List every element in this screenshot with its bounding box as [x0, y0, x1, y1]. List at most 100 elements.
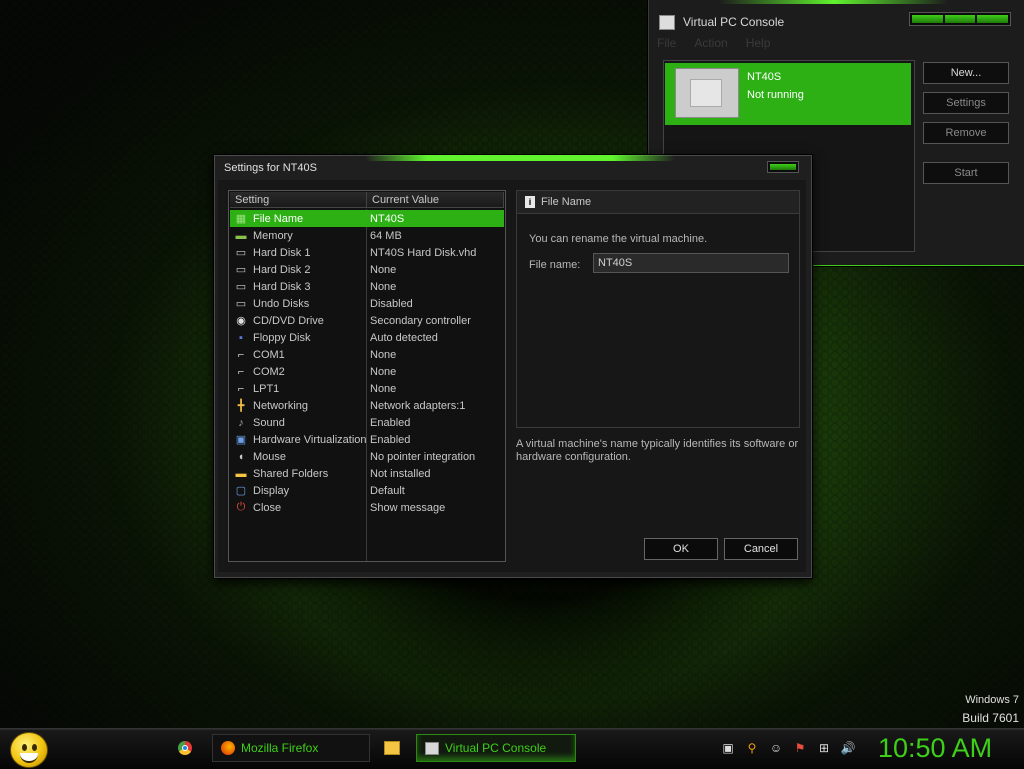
setting-value: None	[370, 348, 397, 361]
vm-state: Not running	[747, 89, 804, 101]
settings-row[interactable]: ▭ Hard Disk 2 None	[230, 261, 504, 278]
settings-row[interactable]: ▬ Memory 64 MB	[230, 227, 504, 244]
title-glow	[365, 155, 675, 161]
action-center-flag-icon[interactable]: ⚑	[792, 741, 808, 755]
hardware-virtualization-icon: ▣	[235, 434, 247, 446]
display-icon: ▢	[235, 485, 247, 497]
taskbar-item-label: Virtual PC Console	[445, 741, 547, 755]
ok-button[interactable]: OK	[644, 538, 718, 560]
setting-name: Hard Disk 1	[253, 246, 311, 259]
close-icon: ⏻	[236, 501, 246, 513]
dialog-body: Setting Current Value ▦ File Name NT40S ▬ Me…	[218, 180, 806, 572]
hard-disk-icon: ▭	[235, 247, 247, 259]
menu-file[interactable]: File	[657, 36, 676, 50]
settings-row[interactable]: ▪ Floppy Disk Auto detected	[230, 329, 504, 346]
setting-name: Shared Folders	[253, 467, 329, 480]
vpc-menubar: File Action Help	[657, 36, 770, 50]
settings-row[interactable]: ⌐ COM1 None	[230, 346, 504, 363]
menu-action[interactable]: Action	[694, 36, 727, 50]
setting-value: NT40S	[370, 212, 405, 225]
cd-dvd-icon: ◉	[236, 315, 246, 327]
settings-row[interactable]: ◖ Mouse No pointer integration	[230, 448, 504, 465]
setting-value: No pointer integration	[370, 450, 476, 463]
details-panel: i File Name You can rename the virtual m…	[516, 190, 800, 428]
settings-row[interactable]: ▭ Undo Disks Disabled	[230, 295, 504, 312]
chrome-icon	[178, 741, 192, 755]
dialog-title: Settings for NT40S	[224, 162, 317, 174]
com-port-icon: ⌐	[237, 348, 245, 361]
setting-name: LPT1	[253, 382, 280, 395]
settings-row[interactable]: ⏻ Close Show message	[230, 499, 504, 516]
setting-value: Enabled	[370, 416, 411, 429]
setting-value: Show message	[370, 501, 446, 514]
file-name-label: File name:	[529, 259, 581, 271]
setting-name: File Name	[253, 212, 304, 225]
settings-row[interactable]: ◉ CD/DVD Drive Secondary controller	[230, 312, 504, 329]
file-icon: ▦	[235, 213, 247, 225]
settings-row[interactable]: ▢ Display Default	[230, 482, 504, 499]
setting-value: 64 MB	[370, 229, 402, 242]
setting-value: Not installed	[370, 467, 431, 480]
network-icon[interactable]: ⊞	[816, 741, 832, 755]
explorer-taskbar-button[interactable]	[384, 734, 400, 762]
settings-row[interactable]: ▬ Shared Folders Not installed	[230, 465, 504, 482]
close-window-button[interactable]	[767, 161, 799, 173]
setting-value: Secondary controller	[370, 314, 471, 327]
settings-list-header: Setting Current Value	[230, 192, 504, 208]
memory-icon: ▬	[235, 229, 247, 242]
sound-icon: ♪	[238, 416, 244, 429]
setting-name: Mouse	[253, 450, 287, 463]
setting-name: Floppy Disk	[253, 331, 311, 344]
setting-name: Networking	[253, 399, 309, 412]
settings-row[interactable]: ⌐ COM2 None	[230, 363, 504, 380]
settings-row[interactable]: ▣ Hardware Virtualization Enabled	[230, 431, 504, 448]
settings-dialog: Settings for NT40S Setting Current Value…	[214, 155, 812, 578]
hard-disk-icon: ▭	[235, 264, 247, 276]
settings-row[interactable]: ▭ Hard Disk 1 NT40S Hard Disk.vhd	[230, 244, 504, 261]
taskbar-clock[interactable]: 10:50 AM	[878, 733, 992, 764]
vpc-console-title: Virtual PC Console	[683, 15, 785, 29]
setting-name: Hardware Virtualization	[253, 433, 367, 446]
menu-help[interactable]: Help	[746, 36, 771, 50]
smiley-tray-icon[interactable]: ☺	[768, 741, 784, 755]
setting-value: None	[370, 280, 397, 293]
details-note: A virtual machine's name typically ident…	[516, 438, 799, 463]
remove-button[interactable]: Remove	[923, 122, 1009, 144]
setting-value: Disabled	[370, 297, 413, 310]
column-header-setting[interactable]: Setting	[230, 192, 367, 208]
window-controls[interactable]	[909, 12, 1011, 26]
mouse-icon: ◖	[237, 450, 245, 463]
taskbar-item-firefox[interactable]: Mozilla Firefox	[212, 734, 370, 762]
vpc-tray-icon[interactable]: ▣	[720, 741, 736, 755]
setting-name: Hard Disk 3	[253, 280, 311, 293]
setting-value: Enabled	[370, 433, 411, 446]
vpc-console-titlebar: Virtual PC Console	[659, 12, 784, 32]
search-icon[interactable]: ⚲	[744, 741, 760, 755]
file-name-input[interactable]	[593, 253, 789, 273]
details-panel-title: File Name	[541, 196, 592, 208]
taskbar-item-label: Mozilla Firefox	[241, 741, 319, 755]
setting-value: NT40S Hard Disk.vhd	[370, 246, 477, 259]
chrome-taskbar-button[interactable]	[178, 734, 192, 762]
vm-list-item[interactable]: NT40S Not running	[665, 63, 911, 125]
taskbar: Mozilla Firefox Virtual PC Console ▣ ⚲ ☺…	[0, 728, 1024, 769]
setting-name: CD/DVD Drive	[253, 314, 324, 327]
settings-row[interactable]: ⌐ LPT1 None	[230, 380, 504, 397]
new-button[interactable]: New...	[923, 62, 1009, 84]
cancel-button[interactable]: Cancel	[724, 538, 798, 560]
hard-disk-icon: ▭	[235, 281, 247, 293]
settings-button[interactable]: Settings	[923, 92, 1009, 114]
setting-value: None	[370, 263, 397, 276]
settings-row[interactable]: ▦ File Name NT40S	[230, 210, 504, 227]
network-icon: ╋	[237, 400, 245, 412]
settings-row[interactable]: ▭ Hard Disk 3 None	[230, 278, 504, 295]
start-button-smiley-icon[interactable]	[10, 732, 48, 768]
taskbar-item-vpc[interactable]: Virtual PC Console	[416, 734, 576, 762]
vm-thumbnail	[675, 68, 739, 118]
start-button[interactable]: Start	[923, 162, 1009, 184]
column-header-current-value[interactable]: Current Value	[367, 192, 504, 208]
volume-icon[interactable]: 🔊	[840, 741, 856, 755]
setting-value: Default	[370, 484, 405, 497]
settings-row[interactable]: ╋ Networking Network adapters:1	[230, 397, 504, 414]
settings-row[interactable]: ♪ Sound Enabled	[230, 414, 504, 431]
